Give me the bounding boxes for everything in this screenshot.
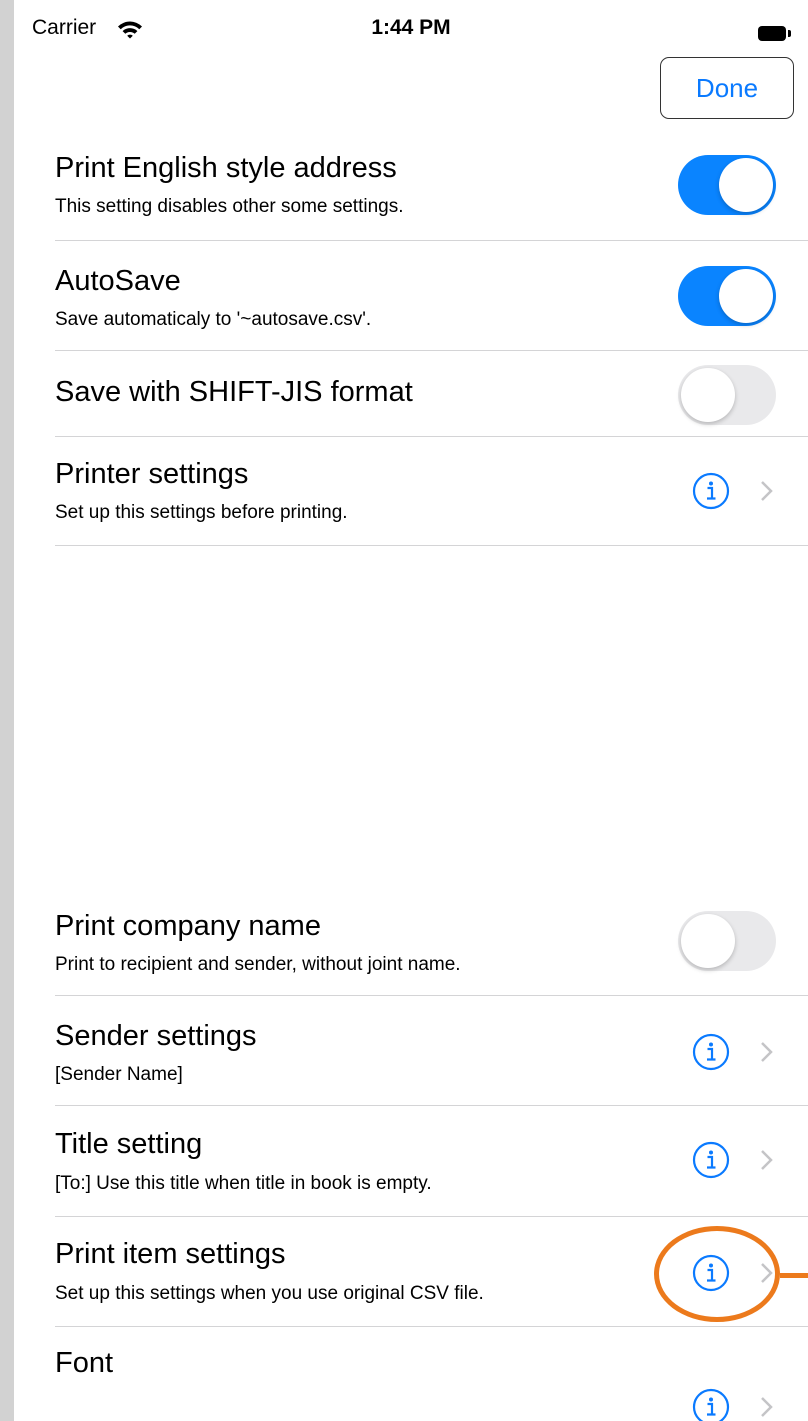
row-separator xyxy=(55,1105,808,1106)
chevron-right-icon xyxy=(761,1397,773,1417)
chevron-right-icon xyxy=(761,481,773,501)
setting-subtitle: Set up this settings before printing. xyxy=(55,502,348,523)
row-separator xyxy=(55,436,808,437)
info-icon[interactable] xyxy=(692,1388,730,1421)
info-icon[interactable] xyxy=(692,1033,730,1071)
info-icon[interactable] xyxy=(692,472,730,510)
battery-icon xyxy=(758,26,791,41)
clock: 1:44 PM xyxy=(371,16,451,39)
row-separator xyxy=(55,350,808,351)
annotation-highlight-circle xyxy=(654,1226,780,1322)
print-company-name-toggle[interactable] xyxy=(678,911,776,971)
autosave-toggle[interactable] xyxy=(678,266,776,326)
setting-subtitle: [Sender Name] xyxy=(55,1064,183,1085)
done-button[interactable]: Done xyxy=(660,57,794,119)
setting-title: Print item settings xyxy=(55,1238,286,1270)
status-bar: Carrier 1:44 PM xyxy=(14,8,808,48)
setting-subtitle: This setting disables other some setting… xyxy=(55,196,404,217)
setting-subtitle: [To:] Use this title when title in book … xyxy=(55,1173,432,1194)
row-separator xyxy=(55,545,808,546)
setting-title: Title setting xyxy=(55,1128,203,1160)
setting-title: AutoSave xyxy=(55,265,181,297)
print-english-address-toggle[interactable] xyxy=(678,155,776,215)
chevron-right-icon xyxy=(761,1150,773,1170)
shift-jis-toggle[interactable] xyxy=(678,365,776,425)
setting-title: Save with SHIFT-JIS format xyxy=(55,376,413,408)
setting-subtitle: Print to recipient and sender, without j… xyxy=(55,954,461,975)
row-separator xyxy=(55,1326,808,1327)
setting-subtitle: Set up this settings when you use origin… xyxy=(55,1283,484,1304)
row-separator xyxy=(55,1216,808,1217)
row-separator xyxy=(55,240,808,241)
setting-title: Printer settings xyxy=(55,458,249,490)
chevron-right-icon xyxy=(761,1042,773,1062)
setting-title: Print English style address xyxy=(55,152,397,184)
settings-screen: Carrier 1:44 PM Done Print English style… xyxy=(14,0,808,1421)
row-separator xyxy=(55,995,808,996)
setting-title: Sender settings xyxy=(55,1020,257,1052)
setting-subtitle: Save automaticaly to '~autosave.csv'. xyxy=(55,309,372,330)
annotation-callout-line xyxy=(780,1273,808,1278)
setting-title: Font xyxy=(55,1347,114,1379)
info-icon[interactable] xyxy=(692,1141,730,1179)
setting-title: Print company name xyxy=(55,910,321,942)
